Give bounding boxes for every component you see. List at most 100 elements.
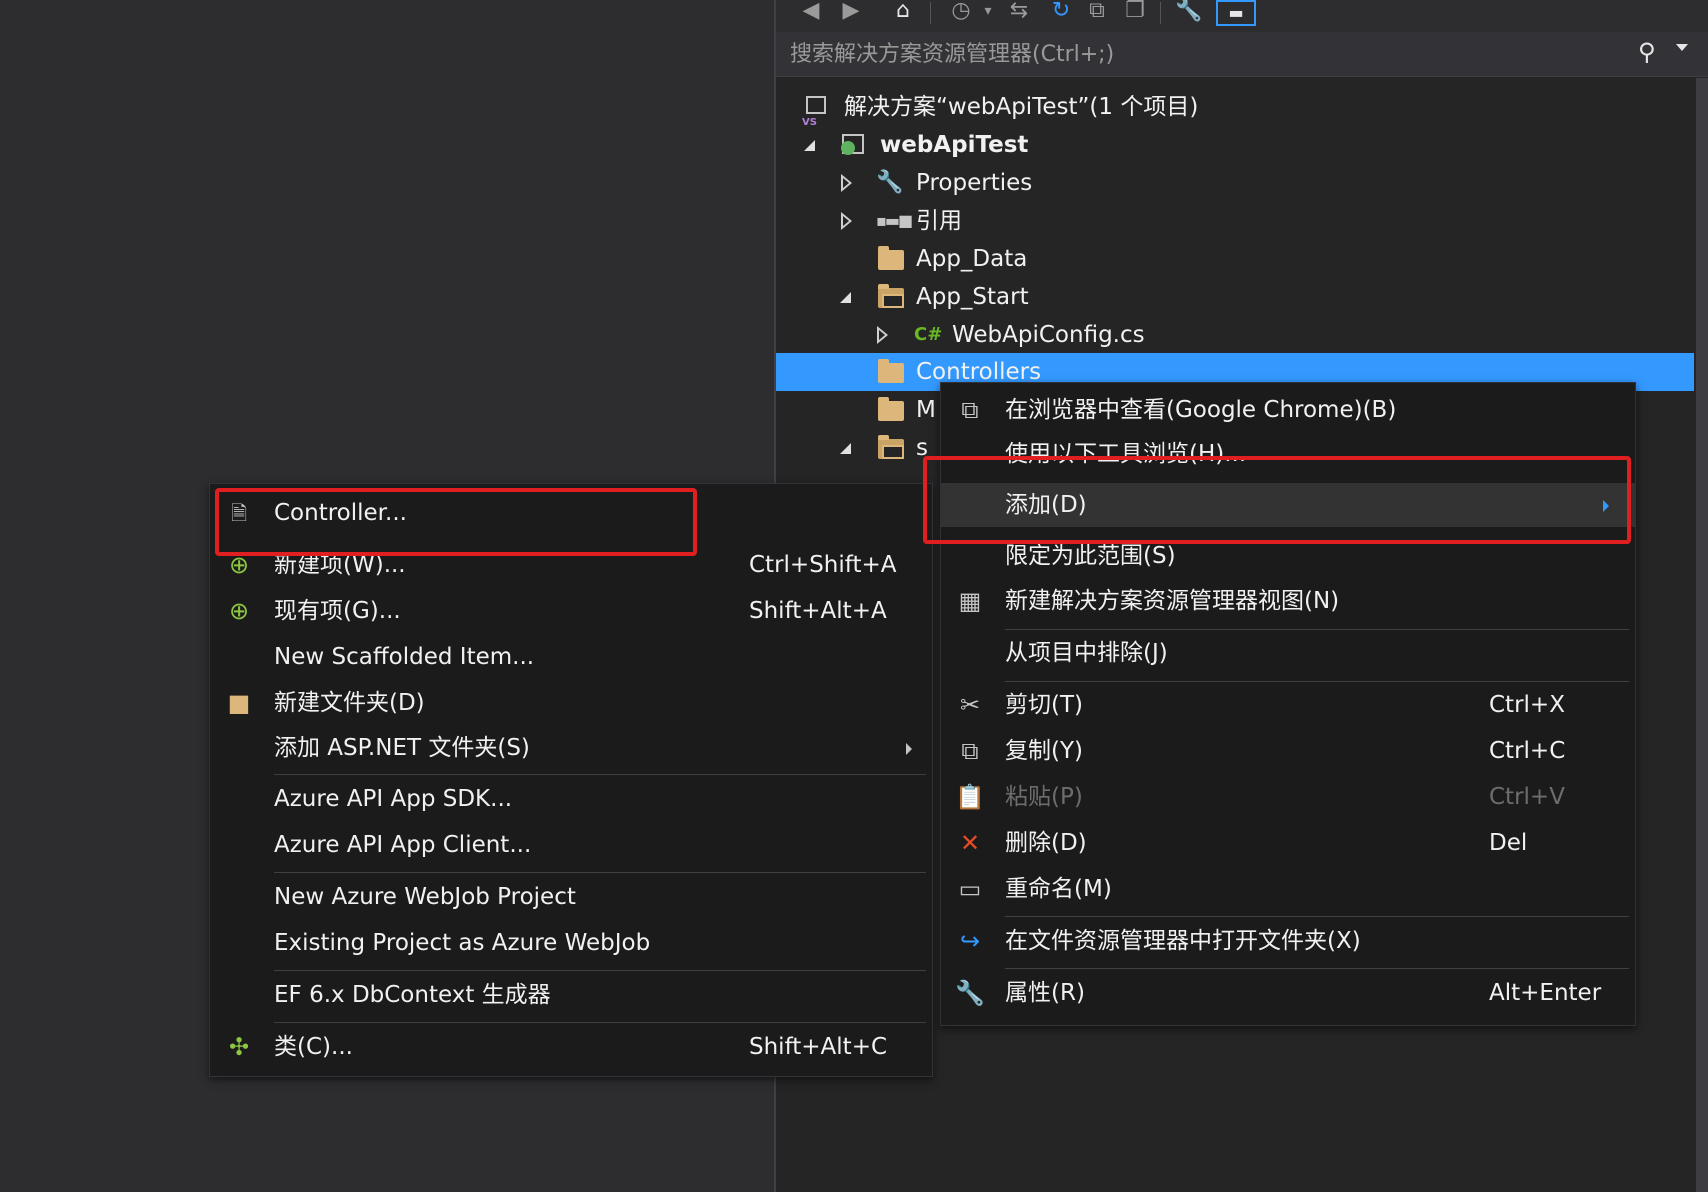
tree-item-label: WebApiConfig.cs: [952, 322, 1145, 348]
menu-item-label: 新建项(W)...: [274, 552, 406, 578]
home-icon[interactable]: ⌂: [888, 0, 918, 24]
menu-item-properties[interactable]: 🔧 属性(R) Alt+Enter: [941, 971, 1635, 1015]
menu-item-shortcut: Ctrl+X: [1489, 692, 1565, 718]
submenu-item-new-scaffolded[interactable]: New Scaffolded Item...: [210, 635, 932, 679]
tree-item-properties[interactable]: 🔧 Properties: [776, 164, 1694, 202]
submenu-arrow-icon: [906, 743, 912, 755]
submenu-item-new-folder[interactable]: ■ 新建文件夹(D): [210, 681, 932, 725]
menu-item-browse-with[interactable]: 使用以下工具浏览(H)...: [941, 432, 1635, 476]
folder-icon: [878, 359, 904, 383]
menu-item-open-in-explorer[interactable]: ↪ 在文件资源管理器中打开文件夹(X): [941, 919, 1635, 963]
menu-item-shortcut: Ctrl+C: [1489, 738, 1566, 764]
new-folder-icon: ■: [227, 689, 251, 717]
menu-item-label: New Azure WebJob Project: [274, 884, 576, 910]
menu-item-label: EF 6.x DbContext 生成器: [274, 982, 551, 1008]
submenu-item-new-webjob[interactable]: New Azure WebJob Project: [210, 875, 932, 919]
tree-item-app-data[interactable]: App_Data: [776, 240, 1694, 278]
history-icon[interactable]: ◷: [946, 0, 976, 24]
browser-icon: ⧉: [961, 396, 979, 424]
menu-item-shortcut: Alt+Enter: [1489, 980, 1602, 1006]
expand-arrow-icon[interactable]: [874, 316, 890, 354]
new-view-icon: ▦: [958, 587, 982, 615]
sync-icon[interactable]: ⇆: [1004, 0, 1034, 24]
menu-separator: [1005, 681, 1629, 682]
history-dropdown-icon[interactable]: ▾: [978, 0, 998, 24]
menu-item-exclude[interactable]: 从项目中排除(J): [941, 631, 1635, 675]
menu-item-add[interactable]: 添加(D): [941, 483, 1635, 527]
submenu-item-new-item[interactable]: ⊕ 新建项(W)... Ctrl+Shift+A: [210, 543, 932, 587]
add-submenu: 🗎 Controller... ⊕ 新建项(W)... Ctrl+Shift+A…: [209, 483, 933, 1077]
vertical-scrollbar[interactable]: [1696, 78, 1708, 1192]
menu-item-rename[interactable]: ▭ 重命名(M): [941, 867, 1635, 911]
folder-icon: [878, 246, 904, 270]
show-all-files-icon[interactable]: ❐: [1120, 0, 1150, 24]
tree-item-webapiconfig[interactable]: C# WebApiConfig.cs: [776, 316, 1694, 354]
submenu-item-azure-client[interactable]: Azure API App Client...: [210, 823, 932, 867]
tree-item-references[interactable]: ▪▬■ 引用: [776, 202, 1694, 240]
menu-item-shortcut: Shift+Alt+A: [749, 598, 887, 624]
menu-item-label: 类(C)...: [274, 1034, 353, 1060]
wrench-icon: 🔧: [955, 979, 985, 1007]
menu-item-label: 属性(R): [1005, 980, 1085, 1006]
folder-open-icon: [878, 435, 904, 459]
collapse-all-icon[interactable]: ⧉: [1082, 0, 1112, 24]
menu-item-label: 剪切(T): [1005, 692, 1083, 718]
menu-item-label: 在浏览器中查看(Google Chrome)(B): [1005, 397, 1397, 423]
tree-item-label: App_Start: [916, 284, 1029, 310]
search-options-dropdown-icon[interactable]: [1676, 44, 1688, 51]
class-icon: ✣: [228, 1033, 250, 1061]
refresh-icon[interactable]: ↻: [1046, 0, 1076, 24]
menu-item-cut[interactable]: ✂ 剪切(T) Ctrl+X: [941, 683, 1635, 727]
menu-separator: [274, 872, 926, 873]
existing-item-icon: ⊕: [228, 597, 250, 625]
menu-separator: [1005, 629, 1629, 630]
menu-item-new-explorer-view[interactable]: ▦ 新建解决方案资源管理器视图(N): [941, 579, 1635, 623]
context-menu: ⧉ 在浏览器中查看(Google Chrome)(B) 使用以下工具浏览(H).…: [940, 382, 1636, 1026]
scissors-icon: ✂: [959, 691, 981, 719]
references-icon: ▪▬■: [876, 211, 913, 230]
menu-item-shortcut: Ctrl+Shift+A: [749, 552, 897, 578]
solution-icon: [802, 96, 826, 142]
menu-item-label: Existing Project as Azure WebJob: [274, 930, 651, 956]
search-input[interactable]: [788, 37, 1592, 71]
collapse-arrow-icon[interactable]: [838, 429, 854, 467]
tree-item-app-start[interactable]: App_Start: [776, 278, 1694, 316]
menu-item-label: 使用以下工具浏览(H)...: [1005, 441, 1247, 467]
menu-item-paste[interactable]: 📋 粘贴(P) Ctrl+V: [941, 775, 1635, 819]
menu-item-view-in-browser[interactable]: ⧉ 在浏览器中查看(Google Chrome)(B): [941, 388, 1635, 432]
submenu-item-aspnet-folder[interactable]: 添加 ASP.NET 文件夹(S): [210, 726, 932, 770]
submenu-item-azure-sdk[interactable]: Azure API App SDK...: [210, 777, 932, 821]
back-icon[interactable]: ◀: [796, 0, 826, 24]
search-box: ⚲: [776, 32, 1708, 77]
submenu-item-ef-dbcontext[interactable]: EF 6.x DbContext 生成器: [210, 973, 932, 1017]
preview-icon[interactable]: ▬: [1216, 0, 1256, 26]
menu-item-label: 粘贴(P): [1005, 784, 1083, 810]
toolbar-separator: [1160, 2, 1161, 24]
submenu-item-existing-webjob[interactable]: Existing Project as Azure WebJob: [210, 921, 932, 965]
expand-arrow-icon[interactable]: [838, 164, 854, 202]
menu-item-label: Azure API App Client...: [274, 832, 532, 858]
properties-wrench-icon[interactable]: 🔧: [1174, 0, 1204, 24]
submenu-item-controller[interactable]: 🗎 Controller...: [210, 491, 932, 535]
menu-item-delete[interactable]: ✕ 删除(D) Del: [941, 821, 1635, 865]
paste-icon: 📋: [955, 783, 985, 811]
tree-item-label: webApiTest: [880, 132, 1029, 158]
tree-item-label: M: [916, 397, 936, 423]
tree-item-project[interactable]: webApiTest: [776, 126, 1694, 164]
solution-explorer-toolbar: ◀ ▶ ⌂ ◷ ▾ ⇆ ↻ ⧉ ❐ 🔧 ▬: [776, 0, 1708, 32]
menu-item-label: New Scaffolded Item...: [274, 644, 535, 670]
tree-item-label: App_Data: [916, 246, 1028, 272]
search-icon[interactable]: ⚲: [1638, 38, 1656, 66]
collapse-arrow-icon[interactable]: [838, 278, 854, 316]
expand-arrow-icon[interactable]: [838, 202, 854, 240]
submenu-item-class[interactable]: ✣ 类(C)... Shift+Alt+C: [210, 1025, 932, 1069]
menu-item-copy[interactable]: ⧉ 复制(Y) Ctrl+C: [941, 729, 1635, 773]
submenu-item-existing-item[interactable]: ⊕ 现有项(G)... Shift+Alt+A: [210, 589, 932, 633]
tree-item-label: s: [916, 435, 928, 461]
menu-item-label: 现有项(G)...: [274, 598, 401, 624]
tree-item-solution[interactable]: 解决方案“webApiTest”(1 个项目): [776, 88, 1694, 142]
collapse-arrow-icon[interactable]: [802, 126, 818, 164]
menu-item-scope-to-this[interactable]: 限定为此范围(S): [941, 534, 1635, 578]
forward-icon[interactable]: ▶: [836, 0, 866, 24]
menu-separator: [1005, 968, 1629, 969]
